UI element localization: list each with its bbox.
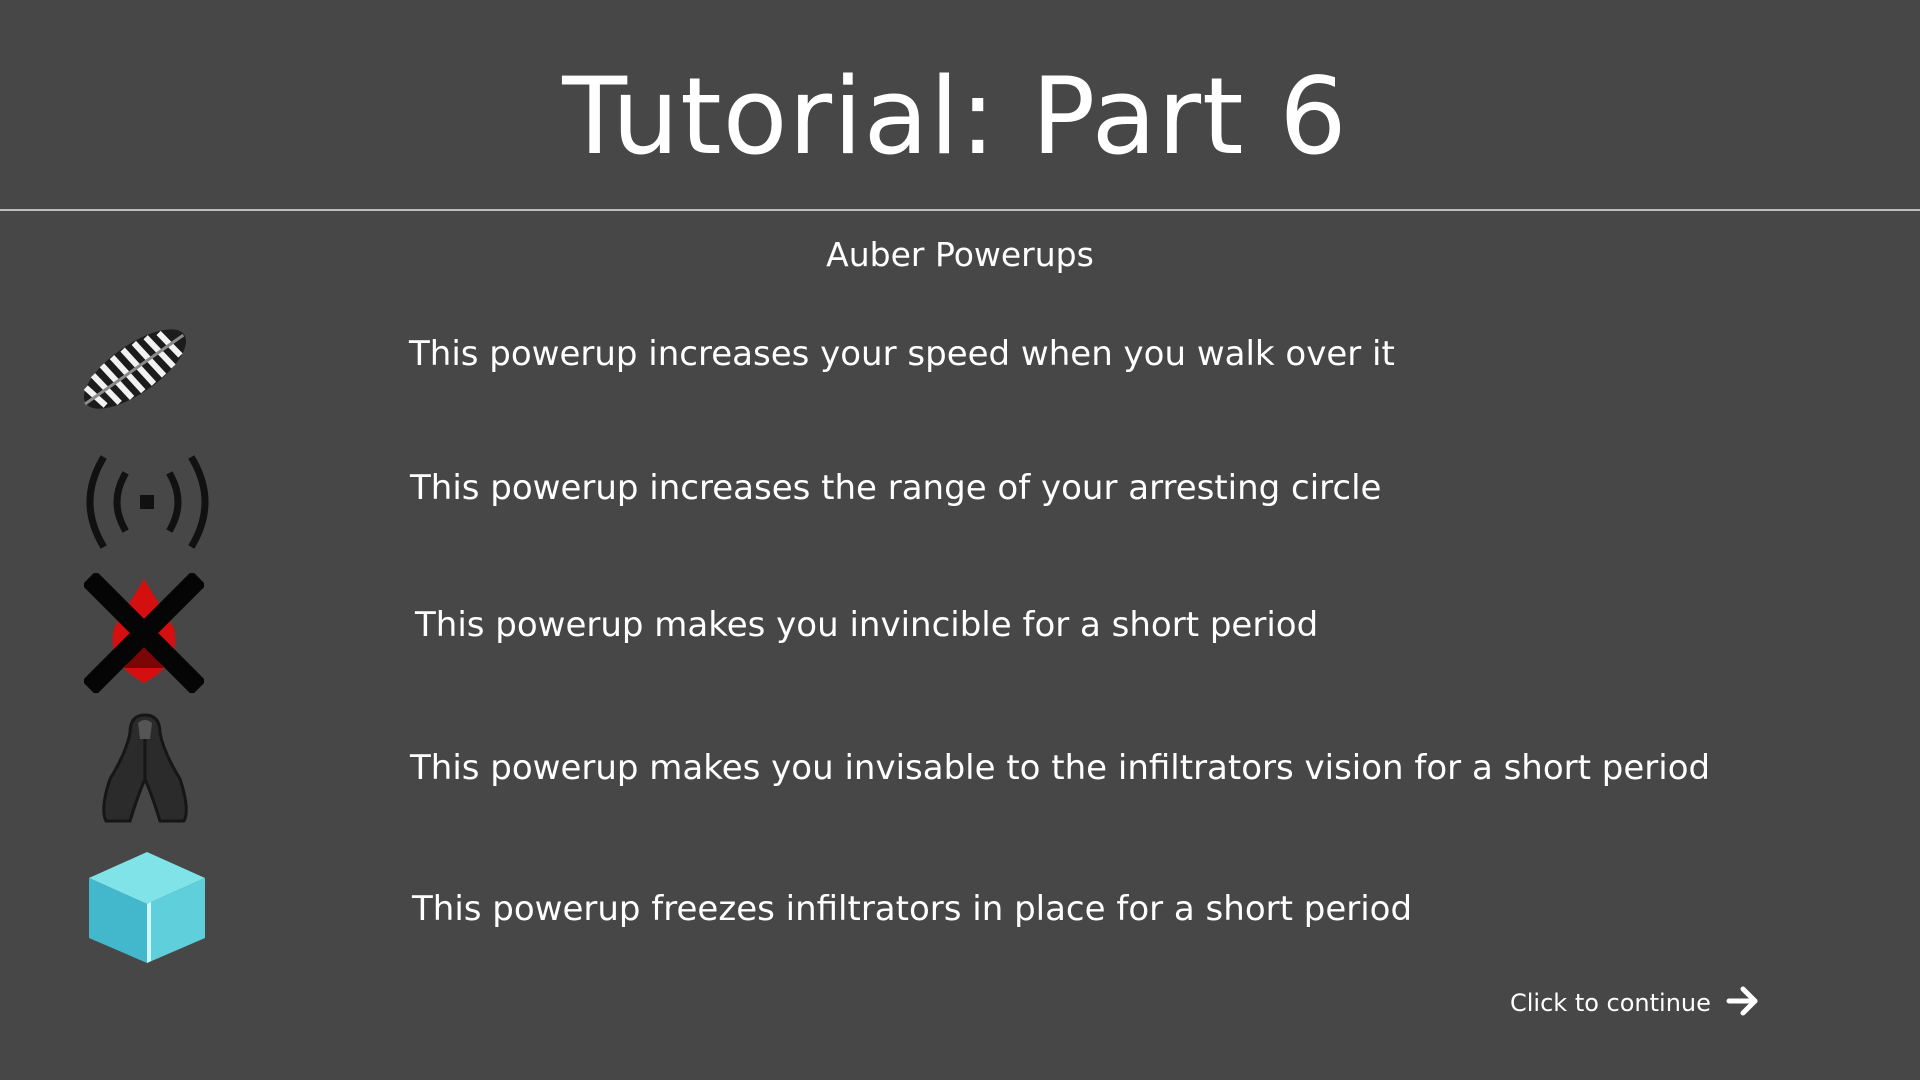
- powerup-row-invisible: This powerup makes you invisable to the …: [0, 704, 1920, 834]
- continue-button[interactable]: Click to continue: [1510, 978, 1761, 1028]
- section-heading: Auber Powerups: [826, 235, 1094, 274]
- continue-label: Click to continue: [1510, 989, 1711, 1017]
- powerup-description: This powerup increases the range of your…: [410, 468, 1382, 508]
- page-title: Tutorial: Part 6: [562, 55, 1348, 178]
- title-divider: [0, 209, 1920, 211]
- ice-cube-icon: [85, 850, 210, 969]
- powerup-row-range: This powerup increases the range of your…: [0, 440, 1920, 570]
- powerup-row-speed: This powerup increases your speed when y…: [0, 300, 1920, 430]
- speed-feather-icon: [70, 312, 200, 431]
- powerup-row-freeze: This powerup freezes infiltrators in pla…: [0, 842, 1920, 972]
- signal-range-icon: [80, 452, 215, 556]
- powerup-description: This powerup freezes infiltrators in pla…: [412, 889, 1413, 929]
- arrow-right-icon: [1725, 984, 1761, 1022]
- powerup-description: This powerup makes you invincible for a …: [415, 605, 1319, 645]
- powerup-description: This powerup makes you invisable to the …: [410, 748, 1711, 788]
- invincible-cross-icon: [81, 570, 207, 697]
- cloaked-figure-icon: [100, 709, 190, 828]
- powerup-description: This powerup increases your speed when y…: [409, 334, 1395, 374]
- powerup-row-invincible: This powerup makes you invincible for a …: [0, 568, 1920, 698]
